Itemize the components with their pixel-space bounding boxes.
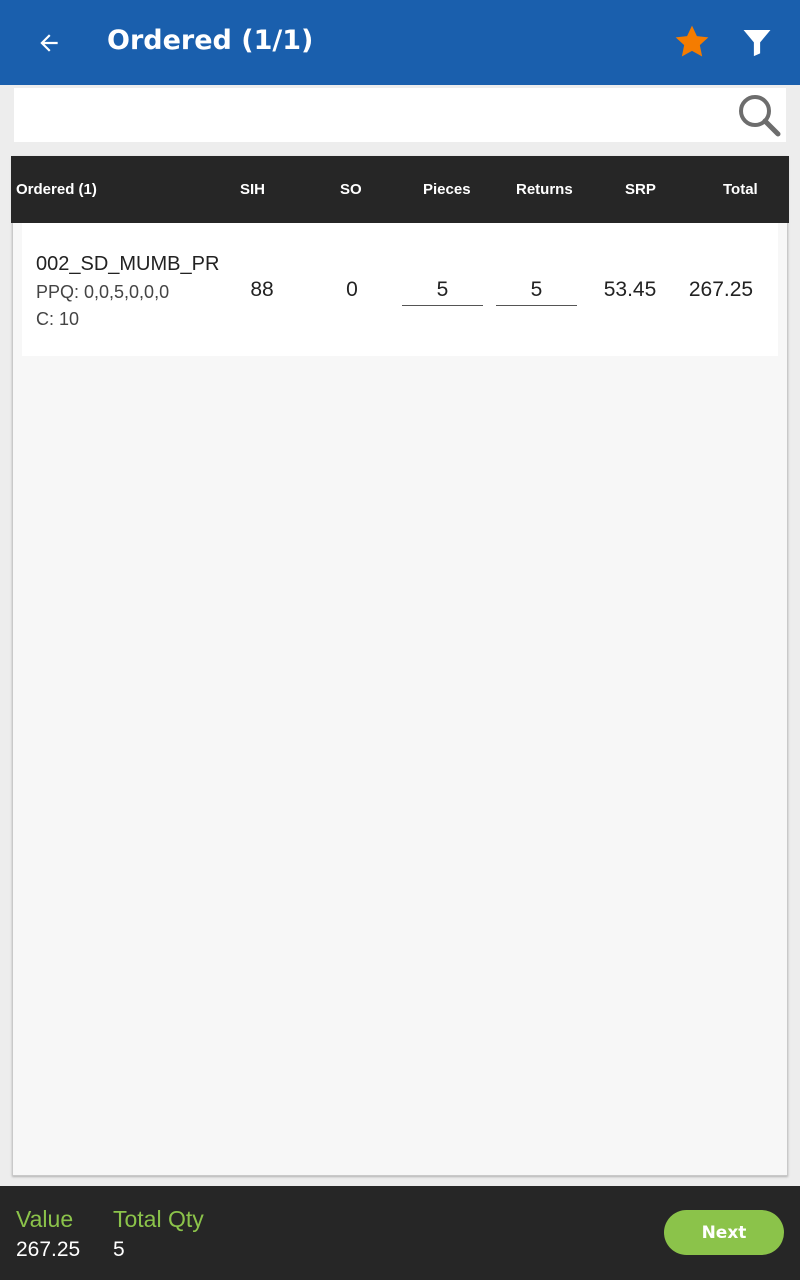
filter-icon — [743, 29, 771, 57]
table-row[interactable]: 002_SD_MUMB_PR PPQ: 0,0,5,0,0,0 C: 10 88… — [22, 223, 778, 356]
header-pieces: Pieces — [423, 181, 471, 198]
header-sih: SIH — [240, 181, 266, 198]
filter-button[interactable] — [740, 24, 774, 60]
total-value: 267.25 — [688, 278, 754, 301]
srp-value: 53.45 — [603, 278, 657, 301]
product-ppq: PPQ: 0,0,5,0,0,0 — [36, 282, 170, 302]
so-value: 0 — [346, 278, 358, 301]
total-qty-label: Total Qty — [113, 1206, 204, 1232]
product-case: C: 10 — [36, 309, 80, 329]
star-icon — [675, 25, 709, 57]
pieces-input[interactable] — [402, 275, 483, 306]
search-button[interactable] — [736, 92, 782, 138]
total-qty-value: 5 — [113, 1238, 125, 1261]
search-bar — [14, 88, 786, 142]
header-ordered: Ordered (1) — [16, 181, 97, 198]
arrow-back-icon — [40, 34, 58, 52]
sih-value: 88 — [250, 278, 274, 301]
header-so: SO — [340, 181, 362, 198]
search-icon — [739, 95, 781, 137]
app-bar: Ordered (1/1) — [0, 0, 800, 85]
value-label: Value — [16, 1206, 74, 1232]
header-srp: SRP — [625, 181, 656, 198]
table-header: Ordered (1) SIH SO Pieces Returns SRP To… — [11, 156, 789, 223]
search-input[interactable] — [14, 88, 724, 142]
header-returns: Returns — [516, 181, 573, 198]
favorite-button[interactable] — [672, 22, 712, 62]
returns-input[interactable] — [496, 275, 577, 306]
next-button[interactable]: Next — [664, 1210, 784, 1255]
back-button[interactable] — [30, 24, 68, 62]
page-title: Ordered (1/1) — [107, 25, 314, 56]
value-amount: 267.25 — [16, 1238, 81, 1261]
product-name: 002_SD_MUMB_PR — [36, 253, 220, 275]
header-total: Total — [723, 181, 758, 198]
